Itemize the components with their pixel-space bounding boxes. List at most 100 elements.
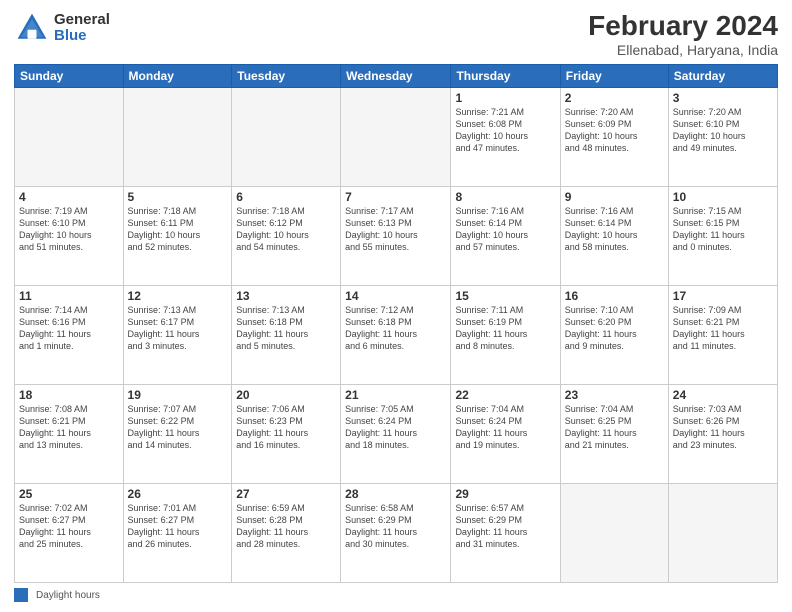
logo-general: General (54, 12, 110, 29)
day-info: Sunrise: 7:13 AM Sunset: 6:17 PM Dayligh… (128, 304, 228, 353)
calendar-header: SundayMondayTuesdayWednesdayThursdayFrid… (15, 65, 778, 88)
day-info: Sunrise: 7:04 AM Sunset: 6:25 PM Dayligh… (565, 403, 664, 452)
logo: General Blue (14, 10, 110, 46)
day-number: 6 (236, 190, 336, 204)
header: General Blue February 2024 Ellenabad, Ha… (14, 10, 778, 58)
day-info: Sunrise: 7:10 AM Sunset: 6:20 PM Dayligh… (565, 304, 664, 353)
day-info: Sunrise: 7:12 AM Sunset: 6:18 PM Dayligh… (345, 304, 446, 353)
daylight-swatch (14, 588, 28, 602)
day-cell: 10Sunrise: 7:15 AM Sunset: 6:15 PM Dayli… (668, 187, 777, 286)
day-info: Sunrise: 7:13 AM Sunset: 6:18 PM Dayligh… (236, 304, 336, 353)
day-cell: 4Sunrise: 7:19 AM Sunset: 6:10 PM Daylig… (15, 187, 124, 286)
footer: Daylight hours (14, 588, 778, 602)
day-number: 26 (128, 487, 228, 501)
day-number: 25 (19, 487, 119, 501)
week-row-3: 18Sunrise: 7:08 AM Sunset: 6:21 PM Dayli… (15, 385, 778, 484)
day-number: 13 (236, 289, 336, 303)
day-info: Sunrise: 7:14 AM Sunset: 6:16 PM Dayligh… (19, 304, 119, 353)
day-cell: 22Sunrise: 7:04 AM Sunset: 6:24 PM Dayli… (451, 385, 560, 484)
day-cell: 3Sunrise: 7:20 AM Sunset: 6:10 PM Daylig… (668, 88, 777, 187)
day-number: 7 (345, 190, 446, 204)
day-number: 29 (455, 487, 555, 501)
day-cell: 14Sunrise: 7:12 AM Sunset: 6:18 PM Dayli… (341, 286, 451, 385)
day-info: Sunrise: 7:03 AM Sunset: 6:26 PM Dayligh… (673, 403, 773, 452)
day-cell (341, 88, 451, 187)
day-cell: 19Sunrise: 7:07 AM Sunset: 6:22 PM Dayli… (123, 385, 232, 484)
day-number: 19 (128, 388, 228, 402)
logo-blue-text: Blue (54, 28, 110, 45)
header-cell-wednesday: Wednesday (341, 65, 451, 88)
day-number: 22 (455, 388, 555, 402)
subtitle: Ellenabad, Haryana, India (588, 42, 778, 58)
day-number: 21 (345, 388, 446, 402)
day-info: Sunrise: 7:16 AM Sunset: 6:14 PM Dayligh… (455, 205, 555, 254)
day-cell: 27Sunrise: 6:59 AM Sunset: 6:28 PM Dayli… (232, 484, 341, 583)
main-title: February 2024 (588, 10, 778, 42)
day-info: Sunrise: 7:15 AM Sunset: 6:15 PM Dayligh… (673, 205, 773, 254)
day-cell: 26Sunrise: 7:01 AM Sunset: 6:27 PM Dayli… (123, 484, 232, 583)
header-row: SundayMondayTuesdayWednesdayThursdayFrid… (15, 65, 778, 88)
week-row-4: 25Sunrise: 7:02 AM Sunset: 6:27 PM Dayli… (15, 484, 778, 583)
day-cell: 11Sunrise: 7:14 AM Sunset: 6:16 PM Dayli… (15, 286, 124, 385)
title-block: February 2024 Ellenabad, Haryana, India (588, 10, 778, 58)
day-number: 14 (345, 289, 446, 303)
day-info: Sunrise: 7:09 AM Sunset: 6:21 PM Dayligh… (673, 304, 773, 353)
day-info: Sunrise: 7:21 AM Sunset: 6:08 PM Dayligh… (455, 106, 555, 155)
logo-icon (14, 10, 50, 46)
day-info: Sunrise: 6:58 AM Sunset: 6:29 PM Dayligh… (345, 502, 446, 551)
day-number: 8 (455, 190, 555, 204)
day-cell: 18Sunrise: 7:08 AM Sunset: 6:21 PM Dayli… (15, 385, 124, 484)
day-number: 18 (19, 388, 119, 402)
header-cell-monday: Monday (123, 65, 232, 88)
day-cell: 28Sunrise: 6:58 AM Sunset: 6:29 PM Dayli… (341, 484, 451, 583)
day-number: 10 (673, 190, 773, 204)
day-number: 12 (128, 289, 228, 303)
day-cell: 6Sunrise: 7:18 AM Sunset: 6:12 PM Daylig… (232, 187, 341, 286)
day-cell: 29Sunrise: 6:57 AM Sunset: 6:29 PM Dayli… (451, 484, 560, 583)
day-cell: 20Sunrise: 7:06 AM Sunset: 6:23 PM Dayli… (232, 385, 341, 484)
day-info: Sunrise: 7:01 AM Sunset: 6:27 PM Dayligh… (128, 502, 228, 551)
day-info: Sunrise: 6:57 AM Sunset: 6:29 PM Dayligh… (455, 502, 555, 551)
day-number: 27 (236, 487, 336, 501)
day-cell: 7Sunrise: 7:17 AM Sunset: 6:13 PM Daylig… (341, 187, 451, 286)
day-info: Sunrise: 7:18 AM Sunset: 6:12 PM Dayligh… (236, 205, 336, 254)
day-cell: 1Sunrise: 7:21 AM Sunset: 6:08 PM Daylig… (451, 88, 560, 187)
day-number: 4 (19, 190, 119, 204)
day-number: 1 (455, 91, 555, 105)
day-info: Sunrise: 7:11 AM Sunset: 6:19 PM Dayligh… (455, 304, 555, 353)
day-cell: 25Sunrise: 7:02 AM Sunset: 6:27 PM Dayli… (15, 484, 124, 583)
week-row-1: 4Sunrise: 7:19 AM Sunset: 6:10 PM Daylig… (15, 187, 778, 286)
page: General Blue February 2024 Ellenabad, Ha… (0, 0, 792, 612)
day-info: Sunrise: 7:17 AM Sunset: 6:13 PM Dayligh… (345, 205, 446, 254)
day-cell: 9Sunrise: 7:16 AM Sunset: 6:14 PM Daylig… (560, 187, 668, 286)
day-number: 16 (565, 289, 664, 303)
week-row-2: 11Sunrise: 7:14 AM Sunset: 6:16 PM Dayli… (15, 286, 778, 385)
day-cell (15, 88, 124, 187)
day-cell: 24Sunrise: 7:03 AM Sunset: 6:26 PM Dayli… (668, 385, 777, 484)
day-number: 17 (673, 289, 773, 303)
day-info: Sunrise: 7:05 AM Sunset: 6:24 PM Dayligh… (345, 403, 446, 452)
header-cell-friday: Friday (560, 65, 668, 88)
day-info: Sunrise: 7:06 AM Sunset: 6:23 PM Dayligh… (236, 403, 336, 452)
day-cell (123, 88, 232, 187)
day-cell: 8Sunrise: 7:16 AM Sunset: 6:14 PM Daylig… (451, 187, 560, 286)
day-cell: 23Sunrise: 7:04 AM Sunset: 6:25 PM Dayli… (560, 385, 668, 484)
day-cell (232, 88, 341, 187)
day-cell: 5Sunrise: 7:18 AM Sunset: 6:11 PM Daylig… (123, 187, 232, 286)
header-cell-sunday: Sunday (15, 65, 124, 88)
day-number: 5 (128, 190, 228, 204)
day-number: 23 (565, 388, 664, 402)
day-info: Sunrise: 7:19 AM Sunset: 6:10 PM Dayligh… (19, 205, 119, 254)
day-number: 28 (345, 487, 446, 501)
logo-text: General Blue (54, 12, 110, 45)
day-cell (668, 484, 777, 583)
day-cell: 2Sunrise: 7:20 AM Sunset: 6:09 PM Daylig… (560, 88, 668, 187)
day-cell: 12Sunrise: 7:13 AM Sunset: 6:17 PM Dayli… (123, 286, 232, 385)
day-cell (560, 484, 668, 583)
day-info: Sunrise: 7:16 AM Sunset: 6:14 PM Dayligh… (565, 205, 664, 254)
day-info: Sunrise: 7:08 AM Sunset: 6:21 PM Dayligh… (19, 403, 119, 452)
day-cell: 16Sunrise: 7:10 AM Sunset: 6:20 PM Dayli… (560, 286, 668, 385)
day-info: Sunrise: 7:04 AM Sunset: 6:24 PM Dayligh… (455, 403, 555, 452)
day-cell: 17Sunrise: 7:09 AM Sunset: 6:21 PM Dayli… (668, 286, 777, 385)
day-info: Sunrise: 7:02 AM Sunset: 6:27 PM Dayligh… (19, 502, 119, 551)
